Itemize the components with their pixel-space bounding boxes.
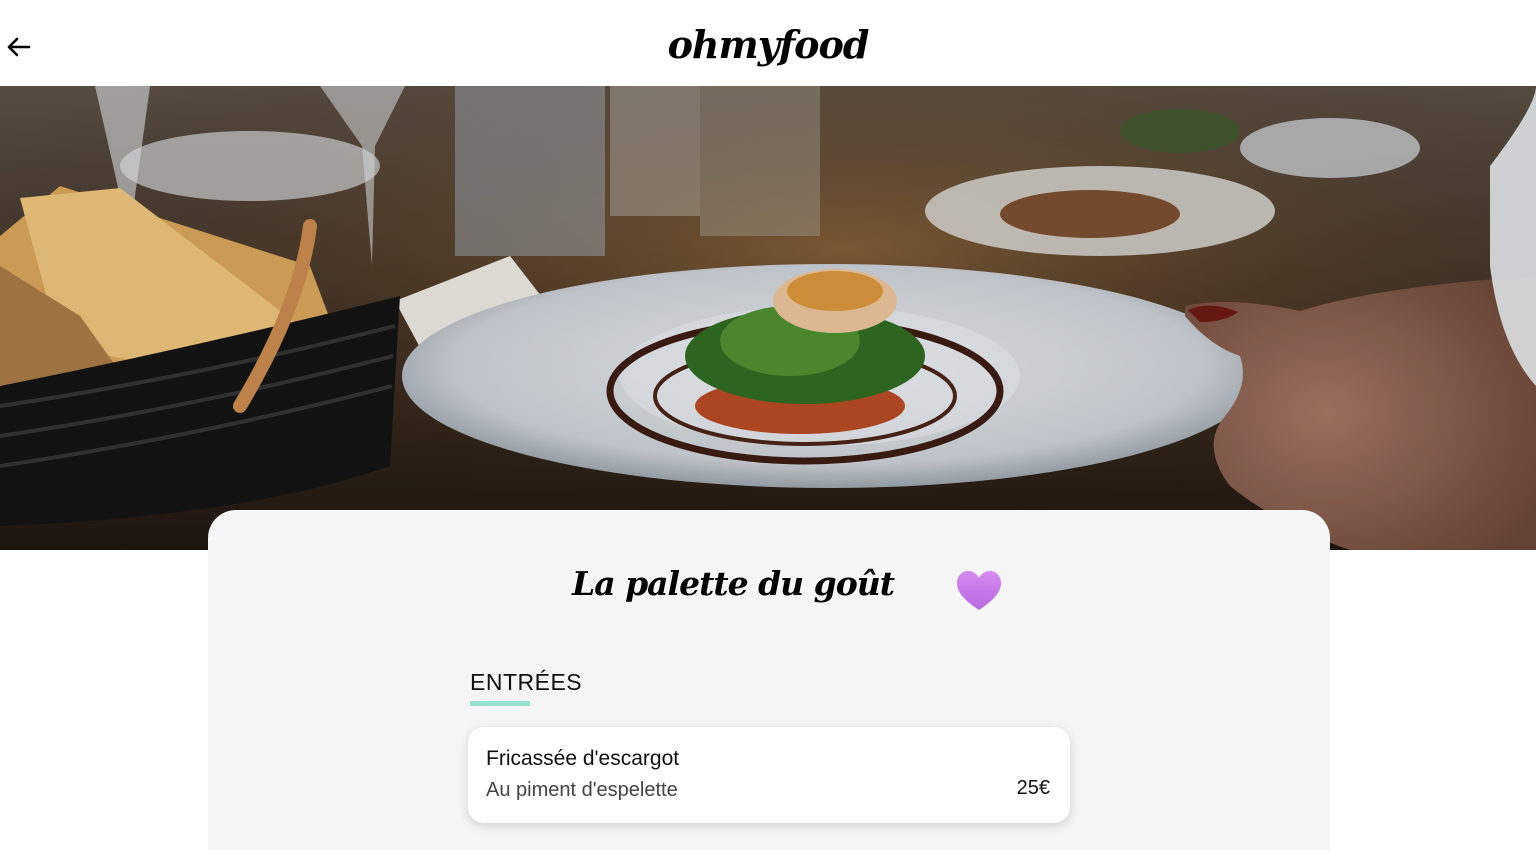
like-button[interactable] <box>954 568 1004 614</box>
restaurant-name: La palette du goût <box>572 564 895 603</box>
restaurant-header: La palette du goût <box>208 564 1330 618</box>
dish-card[interactable]: Fricassée d'escargot Au piment d'espelet… <box>468 727 1070 823</box>
dish-description: Au piment d'espelette <box>486 779 678 801</box>
header: ohmyfood <box>0 0 1536 86</box>
dish-price: 25€ <box>1016 777 1050 799</box>
dish-name: Fricassée d'escargot <box>486 747 680 770</box>
heart-icon <box>957 571 1001 610</box>
hero-image <box>0 86 1536 550</box>
logo[interactable]: ohmyfood <box>0 22 1536 67</box>
section-title-entrees: ENTRÉES <box>470 669 583 695</box>
section-underline <box>470 701 530 706</box>
